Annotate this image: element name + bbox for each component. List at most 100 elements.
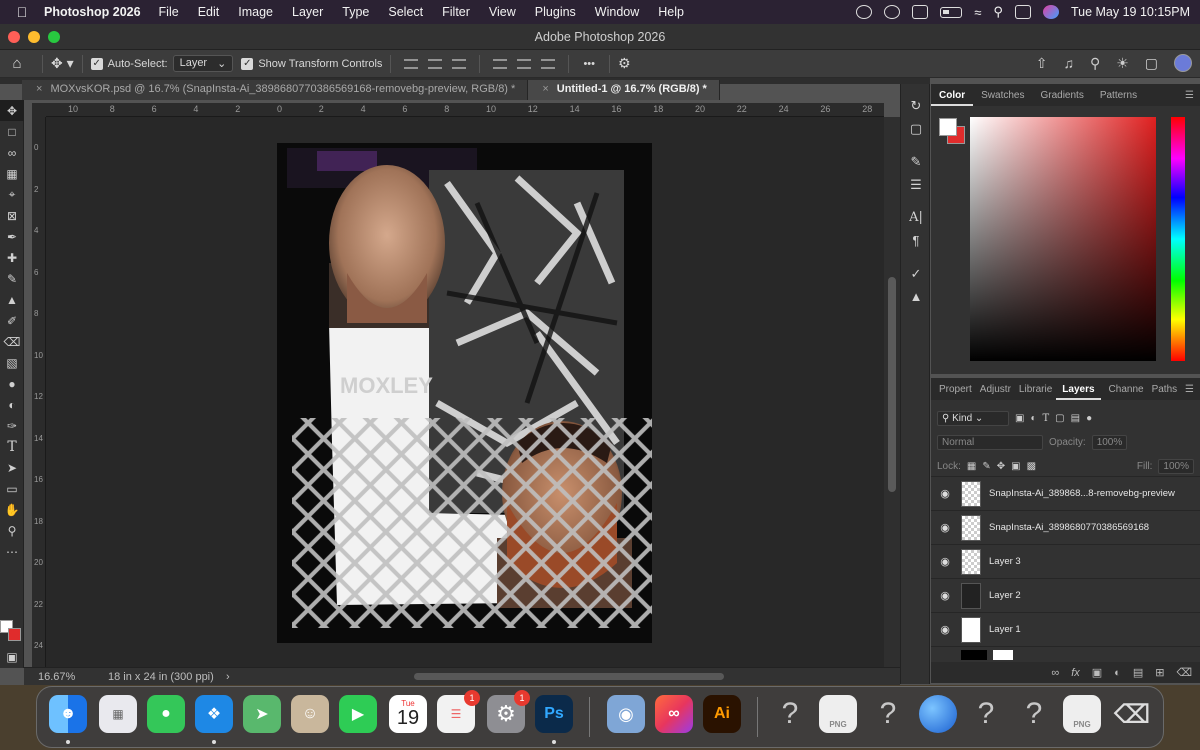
filter-type-icon[interactable]: T	[1043, 413, 1050, 424]
visibility-eye-icon[interactable]: ◉	[931, 487, 959, 500]
photoshop-icon[interactable]: Ps	[535, 695, 573, 733]
document-canvas[interactable]: MOXLEY	[277, 143, 652, 643]
lock-all-icon[interactable]: ▩	[1027, 461, 1036, 472]
unknown-app-icon[interactable]: ?	[869, 695, 907, 733]
share-icon[interactable]: ⇧	[1036, 55, 1048, 72]
messages-icon[interactable]: ●	[147, 695, 185, 733]
marquee-tool-icon[interactable]: □	[0, 121, 24, 142]
filter-toggle-icon[interactable]: ●	[1086, 413, 1092, 424]
history-panel-icon[interactable]: ↻	[901, 94, 931, 117]
delete-layer-icon[interactable]: ⌫	[1176, 666, 1192, 679]
eraser-tool-icon[interactable]: ⌫	[0, 331, 24, 352]
grammarly-icon[interactable]	[884, 5, 901, 19]
siri-icon[interactable]	[1042, 5, 1059, 19]
contacts-icon[interactable]: ☺	[291, 695, 329, 733]
blend-mode-dropdown[interactable]: Normal	[937, 434, 1043, 450]
spotlight-icon[interactable]: ⚲	[993, 4, 1003, 20]
tab-swatches[interactable]: Swatches	[973, 90, 1032, 106]
vertical-scrollbar[interactable]	[884, 117, 900, 667]
lock-position-icon[interactable]: ✥	[997, 461, 1005, 472]
layer-filter-dropdown[interactable]: ⚲ Kind ⌄	[937, 410, 1009, 426]
hue-slider[interactable]	[1171, 117, 1185, 361]
adjustment-layer-icon[interactable]: ◐	[1114, 667, 1121, 679]
layer-style-icon[interactable]: fx	[1071, 667, 1080, 679]
lock-artboard-icon[interactable]: ▣	[1011, 461, 1020, 472]
menu-type[interactable]: Type	[342, 5, 369, 19]
brush-tool-icon[interactable]: ✎	[0, 268, 24, 289]
close-icon[interactable]: ×	[542, 83, 548, 95]
filter-shape-icon[interactable]: ▢	[1055, 413, 1064, 424]
align-middle-icon[interactable]	[517, 58, 532, 69]
tab-libraries[interactable]: Librarie	[1015, 384, 1056, 400]
character-panel-icon[interactable]: A|	[901, 206, 931, 229]
layer-row[interactable]: ◉ Layer 2	[931, 578, 1200, 612]
auto-select-dropdown[interactable]: Layer ⌄	[172, 55, 234, 72]
clone-stamp-tool-icon[interactable]: ▲	[0, 289, 24, 310]
blur-tool-icon[interactable]: ●	[0, 373, 24, 394]
tab-moxvskor[interactable]: × MOXvsKOR.psd @ 16.7% (SnapInsta-Ai_3898…	[22, 80, 529, 100]
move-tool-preset-icon[interactable]: ✥ ▾	[51, 55, 74, 72]
lasso-tool-icon[interactable]: ∞	[0, 142, 24, 163]
auto-select-checkbox[interactable]: ✓	[90, 57, 103, 70]
filter-pixel-icon[interactable]: ▣	[1015, 413, 1024, 424]
align-center-icon[interactable]	[428, 58, 443, 69]
comments-panel-icon[interactable]: ▢	[901, 117, 931, 140]
system-settings-icon[interactable]: ⚙ 1	[487, 690, 530, 733]
zoom-window-button[interactable]	[48, 31, 60, 43]
maps-icon[interactable]: ➤	[243, 695, 281, 733]
layer-row[interactable]: ◉ Layer 3	[931, 544, 1200, 578]
eyedropper-tool-icon[interactable]: ✒	[0, 226, 24, 247]
dodge-tool-icon[interactable]: ◐	[0, 394, 24, 415]
layer-row[interactable]: ◉ SnapInsta-Ai_389868...8-removebg-previ…	[931, 476, 1200, 510]
menu-window[interactable]: Window	[595, 5, 639, 19]
layer-name[interactable]: Layer 2	[989, 590, 1021, 601]
menu-edit[interactable]: Edit	[198, 5, 220, 19]
close-icon[interactable]: ×	[36, 83, 42, 95]
control-center-icon[interactable]	[1014, 5, 1031, 19]
vertical-ruler[interactable]: 0 2 4 6 8 10 12 14 16 18 20 22 24	[32, 117, 46, 667]
menu-file[interactable]: File	[159, 5, 179, 19]
filter-smart-object-icon[interactable]: ▤	[1071, 413, 1080, 424]
menu-select[interactable]: Select	[388, 5, 423, 19]
discover-icon[interactable]: ☀	[1116, 55, 1129, 72]
close-window-button[interactable]	[8, 31, 20, 43]
zoom-tool-icon[interactable]: ⚲	[0, 520, 24, 541]
png-file-icon[interactable]: PNG	[1063, 695, 1101, 733]
align-right-icon[interactable]	[452, 58, 467, 69]
menu-clock[interactable]: Tue May 19 10:15PM	[1071, 5, 1190, 19]
tab-properties[interactable]: Propert	[931, 384, 976, 400]
more-options-button[interactable]: •••	[583, 58, 595, 70]
object-select-tool-icon[interactable]: ▦	[0, 163, 24, 184]
layer-row[interactable]: ◉ Layer 1	[931, 612, 1200, 646]
facetime-icon[interactable]: ▶	[339, 695, 377, 733]
filter-adjustment-icon[interactable]: ◐	[1030, 413, 1036, 424]
link-layers-icon[interactable]: ∞	[1051, 667, 1059, 679]
new-layer-icon[interactable]: ⊞	[1155, 666, 1164, 679]
scrollbar-thumb[interactable]	[888, 277, 896, 492]
hand-tool-icon[interactable]: ✋	[0, 499, 24, 520]
gear-icon[interactable]: ⚙	[618, 55, 631, 72]
panel-menu-icon[interactable]: ☰	[1185, 90, 1194, 106]
launchpad-icon[interactable]: ▦	[99, 695, 137, 733]
brush-settings-icon[interactable]: ✎	[901, 150, 931, 173]
wifi-icon[interactable]: ≈	[974, 5, 981, 20]
adjust-sliders-icon[interactable]: ☰	[901, 173, 931, 196]
layer-row[interactable]: ◉ SnapInsta-Ai_3898680770386569168	[931, 510, 1200, 544]
edit-toolbar-icon[interactable]: ⋯	[0, 541, 24, 562]
add-mask-icon[interactable]: ▣	[1092, 666, 1102, 679]
path-select-tool-icon[interactable]: ➤	[0, 457, 24, 478]
opacity-field[interactable]: 100%	[1091, 434, 1128, 450]
safari-icon[interactable]: ❖	[195, 695, 233, 733]
gradient-tool-icon[interactable]: ▧	[0, 352, 24, 373]
crop-tool-icon[interactable]: ⌖	[0, 184, 24, 205]
move-tool-icon[interactable]: ✥	[0, 100, 24, 121]
align-left-icon[interactable]	[404, 58, 419, 69]
unknown-app-icon[interactable]: ?	[967, 695, 1005, 733]
apple-icon[interactable]: 	[0, 4, 44, 20]
healing-brush-tool-icon[interactable]: ✚	[0, 247, 24, 268]
tab-color[interactable]: Color	[931, 90, 974, 106]
background-color-swatch[interactable]	[8, 628, 21, 641]
tab-patterns[interactable]: Patterns	[1092, 90, 1145, 106]
frame-tool-icon[interactable]: ⊠	[0, 205, 24, 226]
glyphs-panel-icon[interactable]: ✓	[901, 262, 931, 285]
